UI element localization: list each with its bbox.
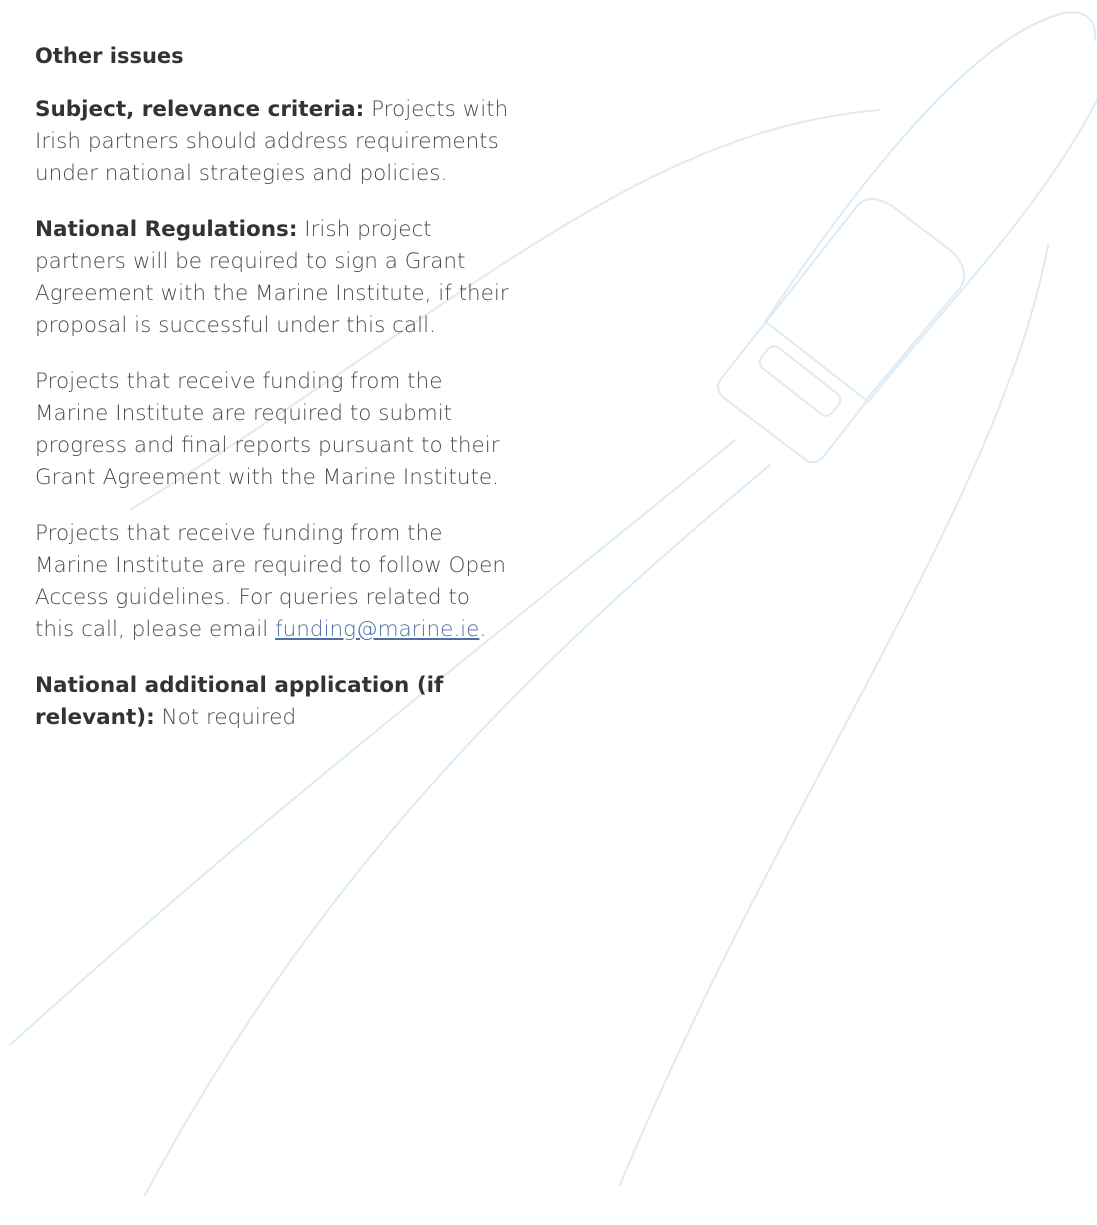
subject-relevance-paragraph: Subject, relevance criteria: Projects wi… — [35, 94, 510, 190]
other-issues-section: Other issues Subject, relevance criteria… — [35, 40, 510, 758]
section-heading: Other issues — [35, 44, 184, 68]
national-regulations-paragraph: National Regulations: Irish project part… — [35, 214, 510, 342]
regulations-label: National Regulations: — [35, 217, 298, 242]
reports-paragraph: Projects that receive funding from the M… — [35, 369, 500, 490]
rocket-port — [758, 345, 842, 417]
trail-line-4 — [619, 244, 1049, 1186]
open-access-after: . — [479, 617, 487, 642]
open-access-paragraph: Projects that receive funding from the M… — [35, 518, 510, 646]
additional-application-paragraph: National additional application (if rele… — [35, 670, 510, 734]
rocket-window — [765, 198, 966, 401]
additional-text: Not required — [154, 705, 297, 730]
rocket-hull-right-line — [867, 99, 1097, 403]
rocket-hull-left-line — [764, 11, 1097, 323]
rocket-band — [716, 321, 867, 464]
funding-email-link[interactable]: funding@marine.ie — [275, 617, 479, 642]
subject-label: Subject, relevance criteria: — [35, 97, 365, 122]
